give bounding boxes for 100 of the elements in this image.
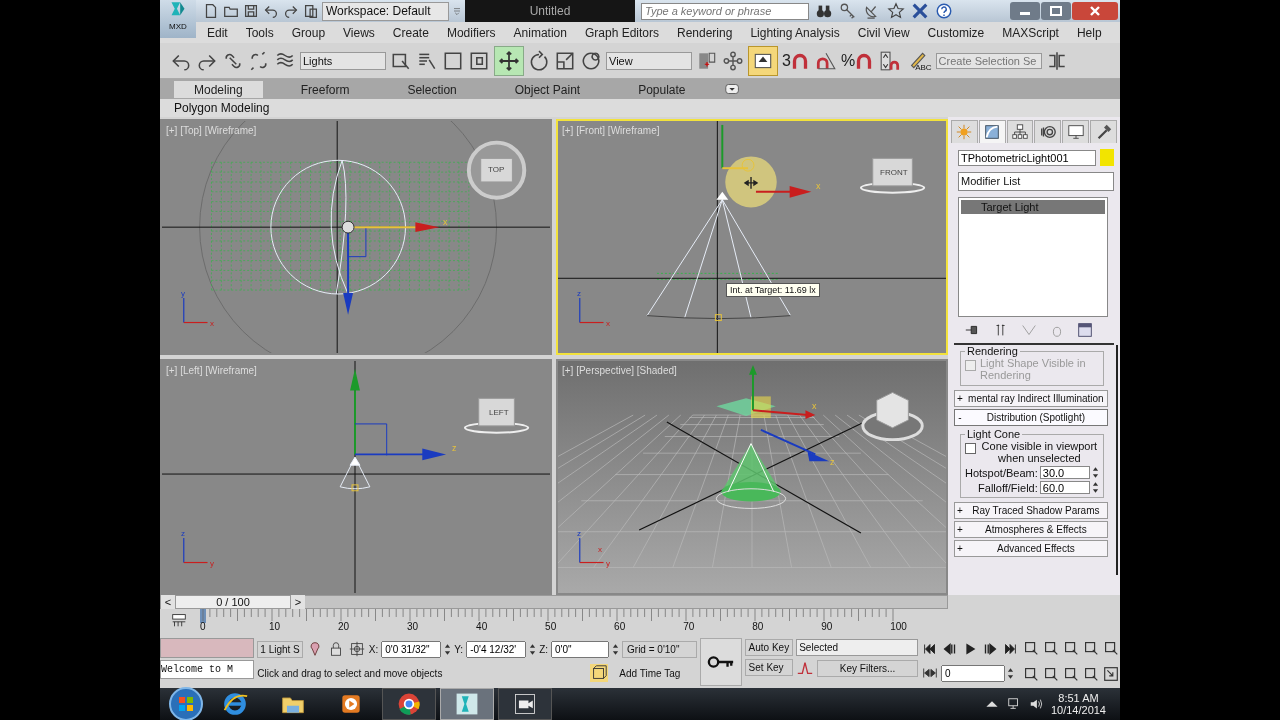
menu-item[interactable]: MAXScript xyxy=(993,25,1068,40)
maxscript-result-field[interactable] xyxy=(160,638,255,658)
spinner-arrows-icon[interactable] xyxy=(529,642,537,656)
app-menu-button[interactable]: MXD xyxy=(160,0,196,38)
ribbon-tab[interactable]: Modeling xyxy=(174,80,263,98)
scrollbar[interactable] xyxy=(1115,345,1118,575)
key-filters-button[interactable]: Key Filters... xyxy=(817,659,918,677)
time-slider-thumb[interactable]: < 0 / 100 > xyxy=(161,595,305,609)
command-panel-tab[interactable] xyxy=(1034,120,1062,143)
spinner-arrows-icon[interactable] xyxy=(1091,466,1099,479)
viewport[interactable]: [+] [Left] [Wireframe] LEFT z z y xyxy=(160,359,552,595)
menu-item[interactable]: Modifiers xyxy=(437,25,505,40)
menu-item[interactable]: Rendering xyxy=(668,25,742,40)
project-folder-icon[interactable] xyxy=(302,2,320,20)
spinner-arrows-icon[interactable] xyxy=(1091,481,1099,494)
search-field[interactable]: Type a keyword or phrase xyxy=(641,2,809,20)
menu-item[interactable]: Views xyxy=(334,25,384,40)
help-icon[interactable] xyxy=(935,2,953,20)
menu-item[interactable]: Lighting Analysis xyxy=(741,25,849,40)
spinner-field[interactable]: 30.0 xyxy=(1039,466,1090,479)
rollout-header[interactable]: + Advanced Effects xyxy=(954,540,1108,557)
command-panel-tab[interactable] xyxy=(978,120,1006,143)
manipulate-button[interactable] xyxy=(748,45,778,76)
spinner-arrows-icon[interactable] xyxy=(1007,666,1014,680)
menu-item[interactable]: Animation xyxy=(504,25,576,40)
z-coordinate-field[interactable]: 0'0" xyxy=(551,640,610,658)
close-icon[interactable] xyxy=(1072,2,1118,20)
start-button[interactable] xyxy=(168,686,204,720)
command-panel-tab[interactable] xyxy=(1006,120,1034,143)
taskbar-app[interactable] xyxy=(498,688,552,720)
configure-sets-icon[interactable] xyxy=(1076,321,1094,339)
menu-item[interactable]: Group xyxy=(282,25,335,40)
snap-toggle-label[interactable]: 3 xyxy=(782,51,791,70)
rollout-header[interactable]: + Ray Traced Shadow Params xyxy=(954,502,1108,519)
menu-item[interactable]: Customize xyxy=(918,25,994,40)
menu-item[interactable]: Civil View xyxy=(848,25,919,40)
clock-time[interactable]: 8:51 AM xyxy=(1058,692,1099,704)
checkbox[interactable] xyxy=(965,443,976,454)
command-panel-tab[interactable] xyxy=(1062,120,1090,143)
viewport[interactable]: [+] [Front] [Wireframe] FRONT x z x Int. at Target: 11.69 lx xyxy=(556,119,948,355)
x-logo-icon[interactable] xyxy=(911,2,929,20)
absolute-mode-icon[interactable] xyxy=(347,640,366,658)
x-coordinate-field[interactable]: 0'0 31/32" xyxy=(381,640,442,658)
spinner-field[interactable]: 60.0 xyxy=(1039,481,1090,494)
maxscript-listener-field[interactable]: Welcome to M xyxy=(160,660,255,679)
viewcube-drawing[interactable] xyxy=(861,391,924,442)
save-icon[interactable] xyxy=(242,2,260,20)
y-coordinate-field[interactable]: -0'4 12/32' xyxy=(466,640,527,658)
current-frame-field[interactable]: 0 xyxy=(941,664,1005,682)
menu-item[interactable]: Edit xyxy=(198,25,237,40)
auto-key-button[interactable]: Auto Key xyxy=(744,639,794,656)
object-name-field[interactable]: TPhotometricLight001 xyxy=(958,149,1096,166)
next-frame-button[interactable]: > xyxy=(291,596,305,608)
spinner-arrows-icon[interactable] xyxy=(612,642,620,656)
viewport[interactable]: [+] [Perspective] [Shaded] x z z y x xyxy=(556,359,948,595)
command-panel-tab[interactable] xyxy=(1090,120,1117,143)
unlink-icon[interactable] xyxy=(248,49,270,72)
time-tag-icon[interactable] xyxy=(590,664,609,682)
viewcube-label[interactable]: LEFT xyxy=(489,408,509,417)
viewport[interactable]: [+] [Top] [Wireframe] TOP x y x xyxy=(160,119,552,355)
key-mode-dropdown[interactable]: Selected xyxy=(796,639,918,656)
add-time-tag-button[interactable]: Add Time Tag xyxy=(611,665,698,681)
spinner-snap-icon[interactable] xyxy=(879,49,902,72)
viewcube-drawing[interactable] xyxy=(859,157,926,194)
set-key-button[interactable]: Set Key xyxy=(744,659,794,676)
key-icon[interactable] xyxy=(839,2,857,20)
workspace-dropdown[interactable]: Workspace: Default xyxy=(322,1,449,21)
menu-item[interactable]: Tools xyxy=(236,25,283,40)
spinner-arrows-icon[interactable] xyxy=(444,642,452,656)
clock-date[interactable]: 10/14/2014 xyxy=(1050,704,1106,716)
tangent-curve-icon[interactable] xyxy=(796,659,815,677)
ribbon-tab[interactable]: Populate xyxy=(618,80,706,98)
viewport-label[interactable]: [+] [Perspective] [Shaded] xyxy=(562,365,677,376)
volume-icon[interactable] xyxy=(1028,697,1043,711)
previous-frame-button[interactable]: < xyxy=(161,596,175,608)
viewcube-label[interactable]: TOP xyxy=(488,165,505,174)
menu-item[interactable]: Graph Editors xyxy=(575,25,668,40)
reference-coordinate-dropdown[interactable]: View xyxy=(606,51,692,70)
restore-icon[interactable] xyxy=(1041,2,1071,20)
move-tool-button[interactable] xyxy=(494,45,524,76)
time-slider[interactable]: < 0 / 100 > xyxy=(160,595,948,609)
network-icon[interactable] xyxy=(1006,697,1021,711)
ribbon-tab[interactable]: Freeform xyxy=(280,80,370,98)
rollout-header[interactable]: + Atmospheres & Effects xyxy=(954,521,1108,538)
menu-item[interactable]: Create xyxy=(383,25,438,40)
selection-filter-dropdown[interactable]: Lights xyxy=(300,51,386,70)
curve-editor-icon[interactable] xyxy=(170,611,188,629)
named-selection-field[interactable]: Create Selection Se xyxy=(935,52,1042,69)
rollout-header[interactable]: + mental ray Indirect Illumination xyxy=(954,390,1108,407)
ribbon-panel-tab[interactable]: Polygon Modeling xyxy=(174,101,270,115)
stack-item[interactable]: Target Light xyxy=(961,200,1105,214)
ribbon-tab[interactable]: Selection xyxy=(387,80,477,98)
menu-item[interactable]: Help xyxy=(1067,25,1111,40)
modifier-list-dropdown[interactable]: Modifier List xyxy=(958,172,1114,191)
minimize-icon[interactable] xyxy=(1010,2,1040,20)
set-keys-button[interactable] xyxy=(700,638,742,686)
star-icon[interactable] xyxy=(887,2,905,20)
schematic-nodes-icon[interactable] xyxy=(722,49,744,72)
ribbon-tab[interactable]: Object Paint xyxy=(494,80,601,98)
taskbar-app[interactable] xyxy=(382,688,436,720)
